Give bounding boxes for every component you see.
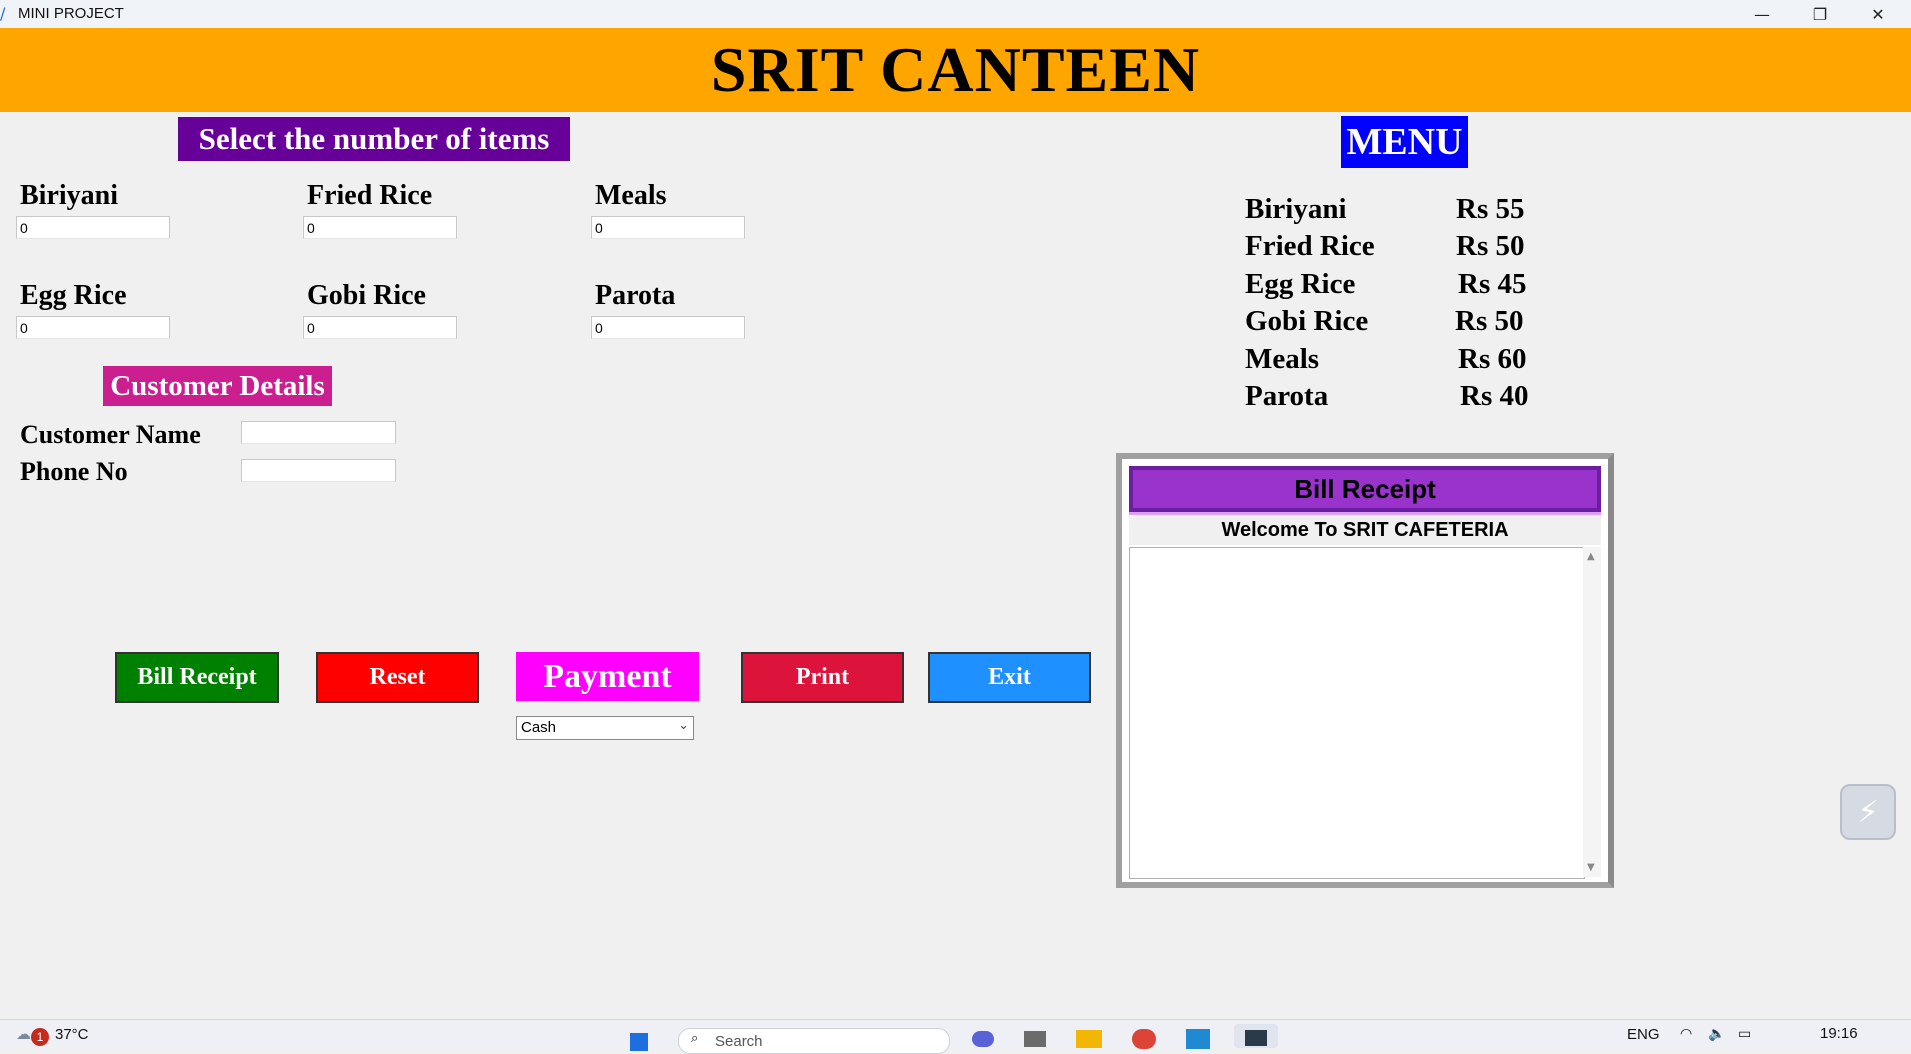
receipt-scrollbar[interactable]: ▲ ▼ bbox=[1583, 547, 1601, 877]
app-feather-icon: / bbox=[0, 4, 6, 23]
exit-button[interactable]: Exit bbox=[928, 652, 1091, 703]
receipt-welcome-text: Welcome To SRIT CAFETERIA bbox=[1129, 515, 1601, 545]
volume-icon[interactable]: 🔈 bbox=[1708, 1026, 1725, 1042]
lightning-icon: ⚡ bbox=[1857, 794, 1879, 830]
minimize-button[interactable]: — bbox=[1734, 0, 1790, 28]
egg-rice-quantity-input[interactable] bbox=[16, 316, 170, 339]
scroll-up-icon[interactable]: ▲ bbox=[1587, 551, 1595, 562]
window-titlebar: / MINI PROJECT — ❐ ✕ bbox=[0, 0, 1911, 28]
customer-name-input[interactable] bbox=[241, 421, 396, 444]
language-indicator[interactable]: ENG bbox=[1627, 1026, 1660, 1043]
copilot-icon[interactable] bbox=[972, 1031, 994, 1047]
gobi-rice-quantity-input[interactable] bbox=[303, 316, 457, 339]
scroll-down-icon[interactable]: ▼ bbox=[1587, 862, 1595, 873]
vscode-icon[interactable] bbox=[1186, 1029, 1210, 1049]
select-items-heading: Select the number of items bbox=[178, 117, 570, 161]
weather-temperature[interactable]: 37°C bbox=[55, 1026, 89, 1043]
receipt-text-area[interactable] bbox=[1129, 547, 1585, 879]
wifi-icon[interactable]: ◠ bbox=[1680, 1026, 1692, 1042]
print-button[interactable]: Print bbox=[741, 652, 904, 703]
floating-widget-button[interactable]: ⚡ bbox=[1840, 784, 1896, 840]
weather-badge: 1 bbox=[31, 1028, 49, 1046]
menu-item-price: Rs 50 bbox=[1456, 230, 1525, 262]
phone-no-label: Phone No bbox=[20, 457, 128, 486]
battery-icon[interactable]: ▭ bbox=[1738, 1026, 1751, 1042]
parota-label: Parota bbox=[595, 280, 676, 311]
menu-item-name: Meals bbox=[1245, 343, 1320, 375]
header-banner: SRIT CANTEEN bbox=[0, 28, 1911, 112]
menu-item-price: Rs 55 bbox=[1456, 193, 1525, 225]
python-window-icon bbox=[1245, 1030, 1267, 1046]
menu-item-price: Rs 50 bbox=[1455, 305, 1524, 337]
menu-item-price: Rs 40 bbox=[1460, 380, 1529, 412]
restore-button[interactable]: ❐ bbox=[1792, 0, 1848, 28]
taskbar-search-box[interactable]: ⌕ Search bbox=[678, 1028, 950, 1054]
payment-method-value: Cash bbox=[521, 719, 557, 736]
receipt-title: Bill Receipt bbox=[1129, 466, 1601, 512]
menu-item-name: Egg Rice bbox=[1245, 268, 1356, 300]
close-button[interactable]: ✕ bbox=[1850, 0, 1906, 28]
menu-item-price: Rs 45 bbox=[1458, 268, 1527, 300]
menu-heading: MENU bbox=[1341, 116, 1468, 168]
meals-quantity-input[interactable] bbox=[591, 216, 745, 239]
chevron-down-icon: ⌄ bbox=[678, 718, 689, 733]
fried-rice-quantity-input[interactable] bbox=[303, 216, 457, 239]
payment-label: Payment bbox=[516, 652, 699, 701]
search-placeholder: Search bbox=[715, 1033, 763, 1050]
app-heading: SRIT CANTEEN bbox=[710, 34, 1201, 105]
start-icon[interactable] bbox=[630, 1033, 648, 1051]
file-explorer-icon[interactable] bbox=[1076, 1030, 1102, 1048]
python-app-taskbar-item[interactable] bbox=[1234, 1024, 1278, 1048]
biriyani-label: Biriyani bbox=[20, 180, 119, 211]
phone-no-input[interactable] bbox=[241, 459, 396, 482]
window-title: MINI PROJECT bbox=[18, 5, 124, 22]
menu-item-name: Gobi Rice bbox=[1245, 305, 1369, 337]
reset-button[interactable]: Reset bbox=[316, 652, 479, 703]
taskview-icon[interactable] bbox=[1024, 1031, 1046, 1047]
taskbar: ☁ 1 37°C ⌕ Search ENG ◠ 🔈 ▭ 19:16 bbox=[0, 1019, 1911, 1054]
menu-item-name: Biriyani bbox=[1245, 193, 1347, 225]
menu-item-name: Parota bbox=[1245, 380, 1329, 412]
weather-cloud-icon[interactable]: ☁ bbox=[16, 1025, 31, 1043]
chrome-icon[interactable] bbox=[1132, 1029, 1156, 1049]
menu-item-name: Fried Rice bbox=[1245, 230, 1375, 262]
search-icon: ⌕ bbox=[691, 1031, 699, 1046]
meals-label: Meals bbox=[595, 180, 667, 211]
customer-details-heading: Customer Details bbox=[103, 366, 332, 406]
payment-method-select[interactable]: Cash ⌄ bbox=[516, 716, 694, 740]
parota-quantity-input[interactable] bbox=[591, 316, 745, 339]
biriyani-quantity-input[interactable] bbox=[16, 216, 170, 239]
gobi-rice-label: Gobi Rice bbox=[307, 280, 426, 311]
customer-name-label: Customer Name bbox=[20, 420, 201, 449]
clock-time[interactable]: 19:16 bbox=[1820, 1025, 1858, 1042]
egg-rice-label: Egg Rice bbox=[20, 280, 127, 311]
bill-receipt-button[interactable]: Bill Receipt bbox=[115, 652, 279, 703]
fried-rice-label: Fried Rice bbox=[307, 180, 433, 211]
menu-item-price: Rs 60 bbox=[1458, 343, 1527, 375]
